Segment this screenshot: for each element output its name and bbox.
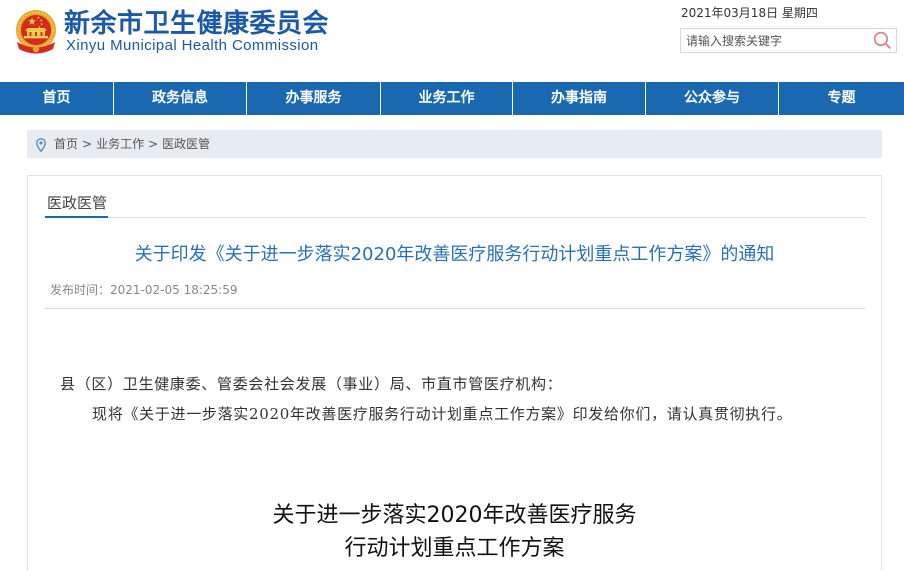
location-pin-icon <box>36 137 46 153</box>
breadcrumb-separator: > <box>82 137 93 151</box>
nav-item-public-participation[interactable]: 公众参与 <box>645 82 778 115</box>
nav-item-government-info[interactable]: 政务信息 <box>113 82 246 115</box>
nav-item-services[interactable]: 办事服务 <box>246 82 380 115</box>
search-icon[interactable] <box>872 30 893 51</box>
breadcrumb: 首页 > 业务工作 > 医政医管 <box>27 130 882 158</box>
section-tab-medical-administration[interactable]: 医政医管 <box>47 193 107 213</box>
section-tab-underline <box>45 216 108 218</box>
section-divider <box>45 217 866 218</box>
national-emblem-icon <box>16 10 56 54</box>
content-panel: 医政医管 关于印发《关于进一步落实2020年改善医疗服务行动计划重点工作方案》的… <box>27 175 882 571</box>
site-logo-link[interactable]: 新余市卫生健康委员会 Xinyu Municipal Health Commis… <box>0 0 340 62</box>
publish-time: 2021-02-05 18:25:59 <box>110 283 238 297</box>
current-date: 2021年03月18日 星期四 <box>681 6 818 20</box>
breadcrumb-trail: 首页 > 业务工作 > 医政医管 <box>54 130 210 158</box>
nav-item-service-guide[interactable]: 办事指南 <box>512 82 645 115</box>
publish-label: 发布时间： <box>50 283 111 297</box>
search-box <box>680 28 897 53</box>
article-paragraph: 现将《关于进一步落实2020年改善医疗服务行动计划重点工作方案》印发给你们，请认… <box>92 405 793 423</box>
breadcrumb-separator: > <box>148 137 159 151</box>
article-title: 关于印发《关于进一步落实2020年改善医疗服务行动计划重点工作方案》的通知 <box>134 244 775 265</box>
breadcrumb-home[interactable]: 首页 <box>54 137 78 151</box>
document-heading: 关于进一步落实2020年改善医疗服务 行动计划重点工作方案 <box>28 499 881 565</box>
breadcrumb-business-work[interactable]: 业务工作 <box>96 137 144 151</box>
site-subtitle: Xinyu Municipal Health Commission <box>66 37 319 54</box>
article-salutation: 县（区）卫生健康委、管委会社会发展（事业）局、市直市管医疗机构： <box>60 375 563 393</box>
meta-divider <box>45 308 866 309</box>
nav-item-business-work[interactable]: 业务工作 <box>380 82 512 115</box>
nav-item-home[interactable]: 首页 <box>0 82 113 115</box>
document-heading-line: 行动计划重点工作方案 <box>344 536 565 561</box>
site-title: 新余市卫生健康委员会 <box>64 9 330 39</box>
publish-info: 发布时间：2021-02-05 18:25:59 <box>50 282 237 298</box>
document-heading-line: 关于进一步落实2020年改善医疗服务 <box>272 503 637 528</box>
nav-item-topics[interactable]: 专题 <box>778 82 904 115</box>
breadcrumb-medical-administration[interactable]: 医政医管 <box>162 137 210 151</box>
search-input[interactable] <box>681 29 867 52</box>
main-nav: 首页 政务信息 办事服务 业务工作 办事指南 公众参与 专题 <box>0 82 904 115</box>
